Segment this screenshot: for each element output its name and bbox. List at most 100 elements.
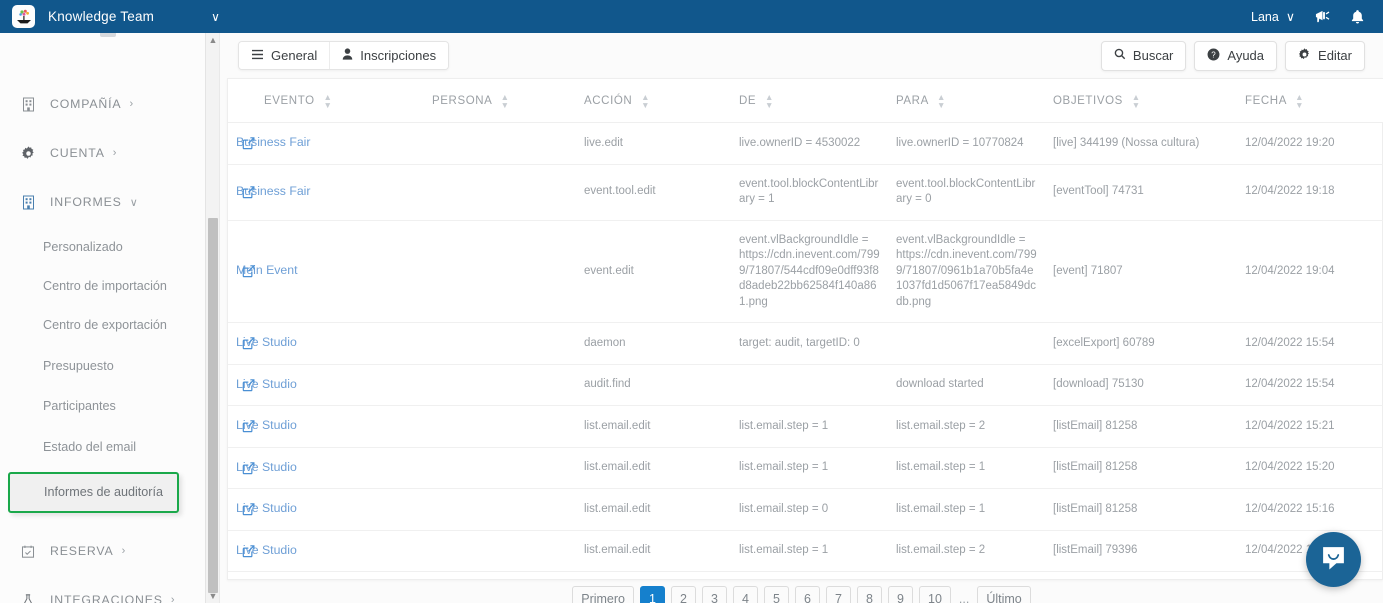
- sidebar-item-cuenta[interactable]: CUENTA ›: [0, 136, 219, 170]
- column-label: PERSONA: [432, 95, 492, 108]
- cell-evento[interactable]: Live Studio: [228, 405, 424, 448]
- pagination-page-6[interactable]: 6: [795, 586, 820, 603]
- cell-persona: [424, 122, 576, 165]
- cell-evento[interactable]: Business Fair: [228, 122, 424, 165]
- table-row[interactable]: Live Studio list.email.edit list.email.ste…: [228, 488, 1383, 531]
- sidebar-subitem-centro-importacion[interactable]: Centro de importación: [0, 272, 219, 300]
- scroll-up-arrow-icon[interactable]: ▲: [206, 33, 219, 47]
- cell-persona: [424, 364, 576, 406]
- table-row[interactable]: Live Studio audit.find download started [do…: [228, 364, 1383, 406]
- sort-icon[interactable]: ▲ ▼: [1132, 93, 1141, 110]
- sidebar-item-informes[interactable]: INFORMES ∨: [0, 185, 219, 219]
- cell-fecha: 12/04/2022 15:20: [1237, 447, 1383, 489]
- sidebar-subitem-label: Personalizado: [43, 239, 123, 254]
- table-row[interactable]: Live Studio list.email.edit list.email.ste…: [228, 530, 1383, 572]
- audit-table: EVENTO ▲ ▼ PERSONA ▲ ▼ ACCIÓN ▲ ▼ DE ▲ ▼…: [228, 79, 1383, 572]
- edit-button[interactable]: Editar: [1285, 40, 1365, 71]
- chat-launcher-button[interactable]: [1306, 532, 1361, 587]
- column-header-fecha[interactable]: FECHA ▲ ▼: [1237, 79, 1383, 123]
- pagination-page-8[interactable]: 8: [857, 586, 882, 603]
- column-header-objetivos[interactable]: OBJETIVOS ▲ ▼: [1045, 79, 1237, 123]
- chevron-right-icon: ›: [121, 545, 127, 557]
- sidebar-subitem-estado-del-email[interactable]: Estado del email: [0, 433, 219, 461]
- cell-evento[interactable]: Mein Event: [228, 220, 424, 323]
- brand-switcher[interactable]: Knowledge Team ∨: [0, 5, 220, 28]
- table-row[interactable]: Live Studio list.email.edit list.email.ste…: [228, 447, 1383, 489]
- megaphone-icon[interactable]: [1314, 9, 1331, 24]
- tab-inscripciones[interactable]: Inscripciones: [329, 42, 449, 69]
- cell-para: [888, 322, 1045, 365]
- cell-evento[interactable]: Live Studio: [228, 530, 424, 572]
- pagination-page-7[interactable]: 7: [826, 586, 851, 603]
- column-label: ACCIÓN: [584, 95, 633, 108]
- scroll-down-arrow-icon[interactable]: ▼: [206, 589, 219, 603]
- pagination-page-9[interactable]: 9: [888, 586, 913, 603]
- pagination-page-3[interactable]: 3: [702, 586, 727, 603]
- chevron-right-icon: ›: [170, 594, 176, 603]
- cell-evento[interactable]: Business Fair: [228, 164, 424, 221]
- cell-evento[interactable]: Live Studio: [228, 488, 424, 531]
- table-header-row: EVENTO ▲ ▼ PERSONA ▲ ▼ ACCIÓN ▲ ▼ DE ▲ ▼…: [228, 79, 1383, 123]
- scrollbar-thumb[interactable]: [208, 218, 218, 593]
- table-row[interactable]: Business Fair event.tool.edit event.tool.b…: [228, 164, 1383, 221]
- cell-objetivos: [listEmail] 81258: [1045, 488, 1237, 531]
- sidebar-item-integraciones[interactable]: INTEGRACIONES ›: [0, 583, 219, 603]
- table-row[interactable]: Business Fair live.edit live.ownerID = 453…: [228, 122, 1383, 165]
- sort-icon[interactable]: ▲ ▼: [1295, 93, 1304, 110]
- cell-evento[interactable]: Live Studio: [228, 447, 424, 489]
- external-link-icon: [242, 378, 255, 392]
- pagination-page-10[interactable]: 10: [919, 586, 951, 603]
- cell-de: event.vlBackgroundIdle = https://cdn.ine…: [731, 220, 888, 323]
- pagination-page-5[interactable]: 5: [764, 586, 789, 603]
- sort-icon[interactable]: ▲ ▼: [765, 93, 774, 110]
- sidebar-scrollbar[interactable]: ▲ ▼: [205, 33, 219, 603]
- sidebar-subitem-centro-exportacion[interactable]: Centro de exportación: [0, 311, 219, 339]
- column-header-evento[interactable]: EVENTO ▲ ▼: [228, 79, 424, 123]
- pagination-first[interactable]: Primero: [572, 586, 634, 603]
- tab-general[interactable]: General: [239, 42, 330, 69]
- button-label: Editar: [1318, 48, 1352, 63]
- cell-objetivos: [listEmail] 79396: [1045, 530, 1237, 572]
- sidebar-item-label: COMPAÑÍA: [50, 97, 122, 111]
- tab-label: General: [271, 48, 318, 63]
- user-menu[interactable]: Lana ∨: [1251, 9, 1295, 25]
- question-circle-icon: ?: [1207, 48, 1220, 64]
- pagination-page-2[interactable]: 2: [671, 586, 696, 603]
- sidebar-subitem-label: Estado del email: [43, 439, 137, 454]
- hamburger-icon: [251, 48, 264, 63]
- bell-icon[interactable]: [1350, 9, 1365, 25]
- sort-icon[interactable]: ▲ ▼: [501, 93, 510, 110]
- column-header-de[interactable]: DE ▲ ▼: [731, 79, 888, 123]
- sidebar-subitem-label: Centro de exportación: [43, 317, 167, 332]
- sidebar-item-compania[interactable]: COMPAÑÍA ›: [0, 87, 219, 121]
- cell-evento[interactable]: Live Studio: [228, 322, 424, 365]
- sidebar-subitem-informes-de-auditoria[interactable]: Informes de auditoría: [8, 472, 179, 513]
- sidebar-item-label: RESERVA: [50, 544, 114, 558]
- column-label: OBJETIVOS: [1053, 95, 1123, 108]
- sort-icon[interactable]: ▲ ▼: [641, 93, 650, 110]
- column-header-accion[interactable]: ACCIÓN ▲ ▼: [576, 79, 731, 123]
- sidebar-subitem-presupuesto[interactable]: Presupuesto: [0, 352, 219, 380]
- sidebar-subitem-participantes[interactable]: Participantes: [0, 392, 219, 420]
- sidebar-subitem-label: Presupuesto: [43, 358, 114, 373]
- chevron-down-icon[interactable]: ∨: [211, 10, 220, 24]
- table-row[interactable]: Live Studio daemon target: audit, targetID…: [228, 322, 1383, 365]
- cell-evento[interactable]: Live Studio: [228, 364, 424, 406]
- pagination-page-1[interactable]: 1: [640, 586, 665, 603]
- table-row[interactable]: Live Studio list.email.edit list.email.ste…: [228, 405, 1383, 448]
- external-link-icon: [242, 186, 255, 199]
- sort-icon[interactable]: ▲ ▼: [937, 93, 946, 110]
- external-link-icon: [242, 503, 255, 516]
- sidebar-subitem-personalizado[interactable]: Personalizado: [0, 233, 219, 261]
- sidebar-item-reserva[interactable]: RESERVA ›: [0, 534, 219, 568]
- table-head: EVENTO ▲ ▼ PERSONA ▲ ▼ ACCIÓN ▲ ▼ DE ▲ ▼…: [228, 79, 1383, 123]
- help-button[interactable]: ? Ayuda: [1194, 40, 1278, 71]
- table-row[interactable]: Mein Event event.edit event.vlBackgroundId…: [228, 220, 1383, 323]
- external-link-icon: [242, 265, 255, 278]
- column-header-persona[interactable]: PERSONA ▲ ▼: [424, 79, 576, 123]
- search-button[interactable]: Buscar: [1100, 40, 1187, 71]
- sort-icon[interactable]: ▲ ▼: [323, 93, 332, 110]
- pagination-last[interactable]: Último: [977, 586, 1031, 603]
- column-header-para[interactable]: PARA ▲ ▼: [888, 79, 1045, 123]
- pagination-page-4[interactable]: 4: [733, 586, 758, 603]
